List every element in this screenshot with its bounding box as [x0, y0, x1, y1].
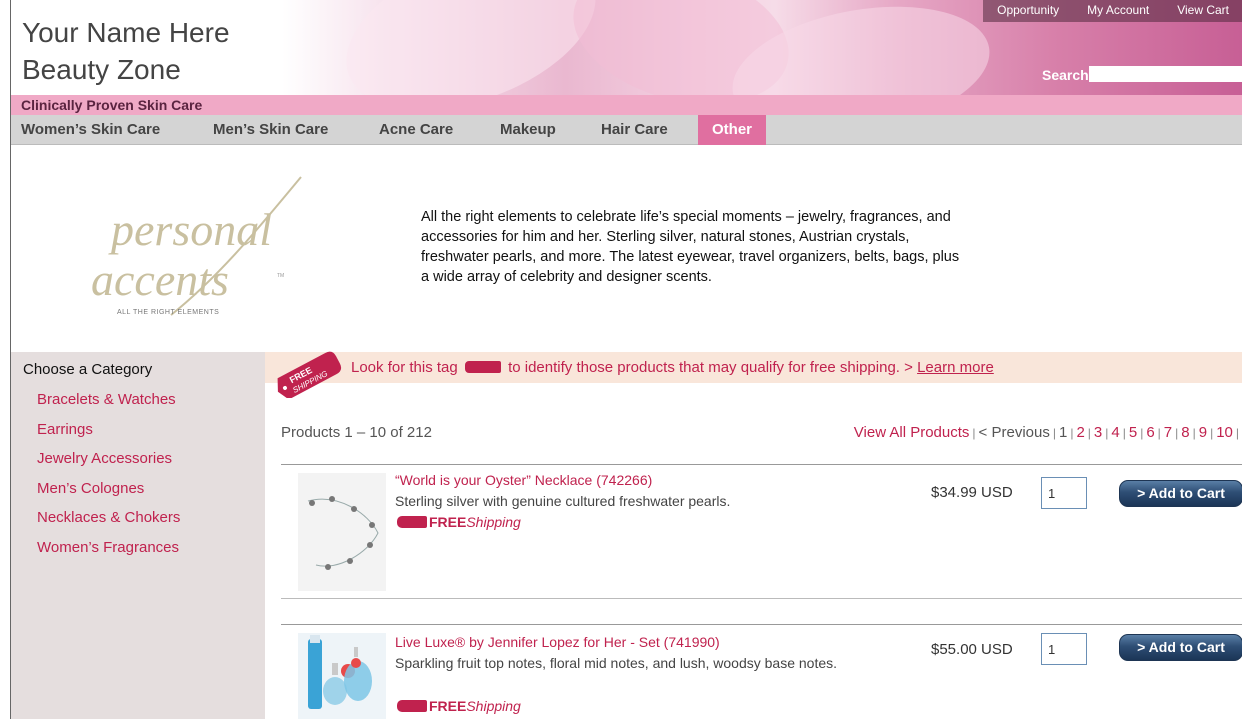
tagline-text: Clinically Proven Skin Care: [21, 97, 203, 113]
view-cart-link[interactable]: View Cart: [1163, 0, 1242, 22]
product-price: $55.00 USD: [931, 641, 1013, 658]
nav-other[interactable]: Other: [698, 115, 767, 145]
quantity-input[interactable]: [1041, 633, 1087, 665]
free-tag-icon: [397, 700, 427, 712]
page-link[interactable]: 6: [1146, 424, 1154, 441]
shipping-text-after: to identify those products that may qual…: [508, 359, 900, 376]
product-description: Sparkling fruit top notes, floral mid no…: [395, 655, 838, 671]
view-all-products-link[interactable]: View All Products: [854, 424, 970, 441]
opportunity-link[interactable]: Opportunity: [983, 0, 1073, 22]
nav-hair-care[interactable]: Hair Care: [601, 115, 668, 145]
category-sidebar: Choose a Category Bracelets & Watches Ea…: [11, 352, 265, 719]
category-nav: Women’s Skin Care Men’s Skin Care Acne C…: [11, 115, 1242, 145]
learn-more-link[interactable]: Learn more: [917, 359, 994, 376]
intro-text: All the right elements to celebrate life…: [421, 209, 960, 285]
quantity-input[interactable]: [1041, 477, 1087, 509]
free-shipping-label: FREEShipping: [397, 698, 521, 714]
brand-subtitle: Beauty Zone: [22, 54, 181, 85]
divider: [281, 624, 1242, 625]
free-shipping-tag-icon: FREE SHIPPING: [277, 351, 342, 398]
add-to-cart-button[interactable]: > Add to Cart: [1119, 634, 1242, 661]
sidebar-item-bracelets-watches[interactable]: Bracelets & Watches: [37, 391, 180, 421]
product-count: Products 1 – 10 of 212: [281, 424, 432, 441]
add-to-cart-button[interactable]: > Add to Cart: [1119, 480, 1242, 507]
top-nav: Opportunity My Account View Cart: [983, 0, 1242, 22]
logo-word-accents: accents: [91, 254, 229, 305]
page-link[interactable]: 2: [1076, 424, 1084, 441]
previous-page: < Previous: [978, 424, 1050, 441]
my-account-link[interactable]: My Account: [1073, 0, 1163, 22]
product-image-necklace[interactable]: [298, 473, 386, 591]
product-image-fragrance-set[interactable]: [298, 633, 386, 719]
page-link[interactable]: 4: [1111, 424, 1119, 441]
product-description: Sterling silver with genuine cultured fr…: [395, 493, 731, 509]
product-title-link[interactable]: “World is your Oyster” Necklace (742266): [395, 472, 652, 488]
brand-name: Your Name Here: [22, 17, 230, 48]
nav-mens-skin-care[interactable]: Men’s Skin Care: [213, 115, 328, 145]
tagline-bar: Clinically Proven Skin Care: [11, 95, 1242, 115]
shipping-text-before: Look for this tag: [351, 359, 458, 376]
sidebar-item-jewelry-accessories[interactable]: Jewelry Accessories: [37, 450, 180, 480]
site-brand[interactable]: Your Name Here Beauty Zone: [22, 14, 230, 88]
nav-makeup[interactable]: Makeup: [500, 115, 556, 145]
nav-acne-care[interactable]: Acne Care: [379, 115, 453, 145]
page: Your Name Here Beauty Zone Opportunity M…: [10, 0, 1242, 719]
logo-trademark: TM: [277, 273, 284, 279]
header: Your Name Here Beauty Zone Opportunity M…: [11, 0, 1242, 95]
personal-accents-logo: personal accents TM: [91, 176, 302, 316]
sidebar-item-earrings[interactable]: Earrings: [37, 421, 180, 451]
sidebar-item-necklaces-chokers[interactable]: Necklaces & Chokers: [37, 509, 180, 539]
product-title-link[interactable]: Live Luxe® by Jennifer Lopez for Her - S…: [395, 634, 720, 650]
inline-tag-icon: [464, 361, 501, 373]
sidebar-title: Choose a Category: [23, 361, 153, 378]
page-link[interactable]: 10: [1216, 424, 1233, 441]
sidebar-item-mens-colognes[interactable]: Men’s Colognes: [37, 480, 180, 510]
logo-tagline: ALL THE RIGHT ELEMENTS: [117, 309, 220, 316]
search-input[interactable]: [1089, 66, 1242, 82]
learn-more-prefix: >: [904, 359, 918, 376]
pagination: View All Products | < Previous | 1 | 2 | 3 | 4 | 5 | 6…: [853, 424, 1239, 441]
page-link[interactable]: 9: [1199, 424, 1207, 441]
search-label: Search: [1042, 67, 1089, 83]
free-shipping-text: Look for this tag to identify those prod…: [351, 359, 994, 376]
current-page: 1: [1058, 424, 1068, 441]
nav-womens-skin-care[interactable]: Women’s Skin Care: [21, 115, 160, 145]
page-link[interactable]: 5: [1129, 424, 1137, 441]
page-link[interactable]: 8: [1181, 424, 1189, 441]
free-shipping-label: FREEShipping: [397, 514, 521, 530]
product-price: $34.99 USD: [931, 484, 1013, 501]
sidebar-item-womens-fragrances[interactable]: Women’s Fragrances: [37, 539, 180, 569]
divider: [281, 598, 1242, 599]
page-link[interactable]: 3: [1094, 424, 1102, 441]
logo-word-personal: personal: [108, 204, 272, 255]
page-link[interactable]: 7: [1164, 424, 1172, 441]
free-tag-icon: [397, 516, 427, 528]
divider: [281, 464, 1242, 465]
